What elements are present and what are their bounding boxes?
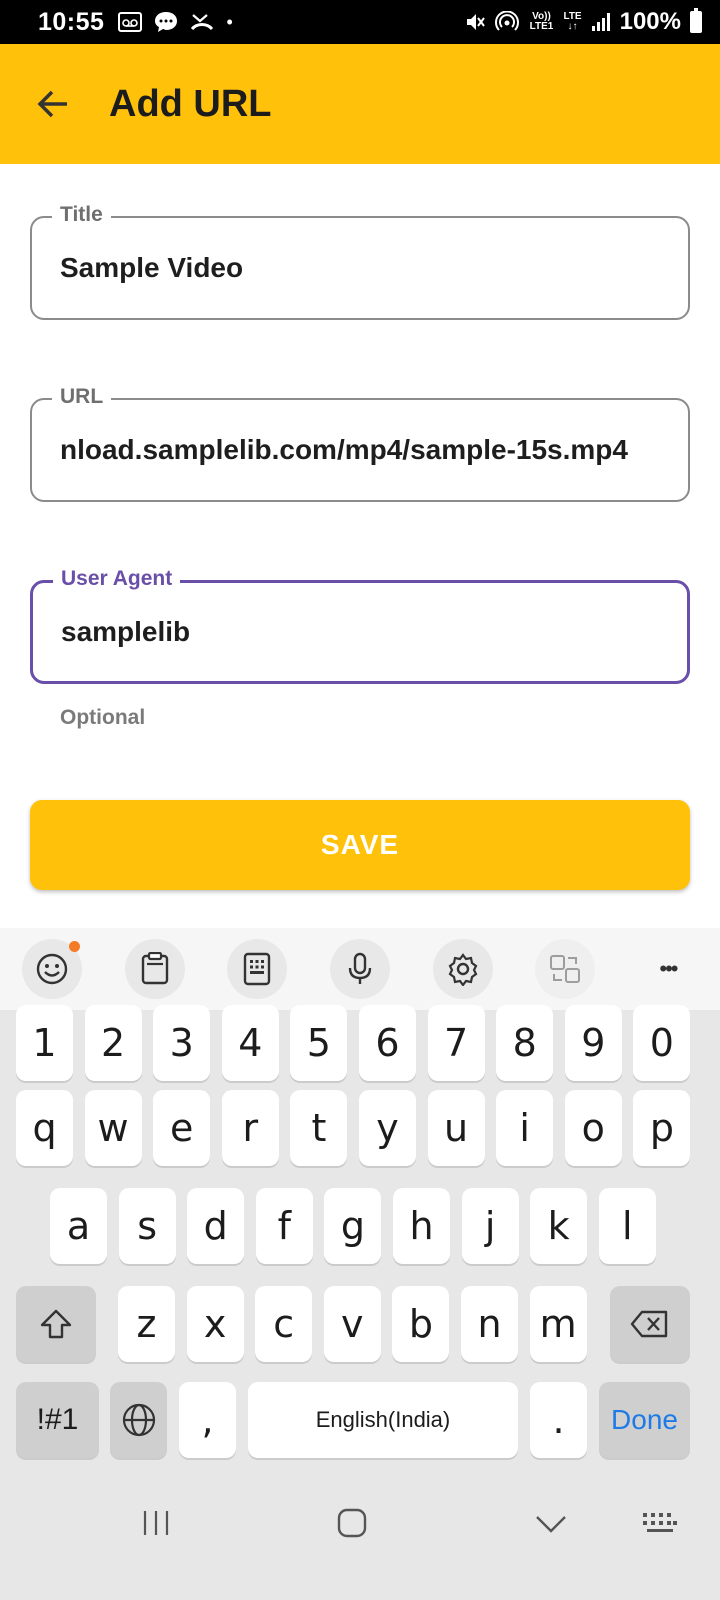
user-agent-field-value: samplelib [61, 616, 191, 647]
keyboard: 1234567890 qwertyuiop asdfghjkl zxcvbnm … [0, 1005, 720, 1600]
status-bar: 10:55 • Vo)) LTE1 LTE ↓↑ 100% [0, 0, 720, 44]
language-key[interactable] [110, 1382, 167, 1458]
battery-percent: 100% [619, 8, 681, 35]
key-5[interactable]: 5 [290, 1005, 348, 1081]
key-6[interactable]: 6 [359, 1005, 416, 1081]
title-field-label: Title [52, 203, 111, 227]
volte-indicator: Vo)) LTE1 [529, 11, 554, 32]
key-p[interactable]: p [633, 1090, 691, 1166]
signal-icon [591, 13, 610, 31]
translate-button[interactable] [535, 939, 596, 999]
key-z[interactable]: z [118, 1286, 175, 1362]
status-time: 10:55 [38, 7, 105, 36]
keyboard-switch-icon[interactable] [642, 1512, 678, 1536]
status-left-icons: • [118, 11, 233, 33]
key-n[interactable]: n [461, 1286, 518, 1362]
key-b[interactable]: b [392, 1286, 450, 1362]
key-t[interactable]: t [290, 1090, 348, 1166]
key-u[interactable]: u [427, 1090, 485, 1166]
backspace-icon [630, 1310, 668, 1338]
key-j[interactable]: j [461, 1188, 519, 1264]
hotspot-icon [495, 11, 520, 31]
missed-call-icon [191, 14, 214, 31]
clipboard-button[interactable] [124, 939, 185, 999]
key-4[interactable]: 4 [221, 1005, 279, 1081]
comma-key[interactable]: , [179, 1382, 236, 1458]
more-icon: ••• [659, 956, 678, 981]
url-field-value: nload.samplelib.com/mp4/sample-15s.mp4 [60, 434, 628, 465]
key-1[interactable]: 1 [16, 1005, 73, 1081]
key-q[interactable]: q [16, 1090, 73, 1166]
key-7[interactable]: 7 [427, 1005, 485, 1081]
arrow-left-icon [37, 90, 67, 118]
user-agent-helper-text: Optional [60, 706, 146, 729]
key-d[interactable]: d [187, 1188, 245, 1264]
title-field[interactable]: Title Sample Video [30, 203, 690, 320]
key-v[interactable]: v [323, 1286, 381, 1362]
notification-dot [69, 941, 80, 952]
globe-icon [122, 1403, 155, 1437]
app-bar: Add URL [0, 44, 720, 164]
done-key[interactable]: Done [599, 1382, 690, 1458]
back-button[interactable] [25, 76, 81, 132]
user-agent-field-label: User Agent [53, 567, 181, 591]
key-s[interactable]: s [118, 1188, 176, 1264]
notification-dot-icon: • [226, 12, 233, 32]
microphone-icon [348, 952, 372, 984]
page-title: Add URL [109, 82, 272, 125]
shift-icon [40, 1309, 72, 1339]
shift-key[interactable] [16, 1286, 96, 1362]
user-agent-field[interactable]: User Agent samplelib [30, 567, 690, 684]
voice-input-button[interactable] [329, 939, 390, 999]
symbols-key[interactable]: !#1 [16, 1382, 99, 1458]
lte-indicator: LTE ↓↑ [563, 11, 582, 32]
key-9[interactable]: 9 [564, 1005, 622, 1081]
key-o[interactable]: o [564, 1090, 622, 1166]
key-w[interactable]: w [84, 1090, 142, 1166]
keyboard-settings-button[interactable] [432, 939, 493, 999]
key-r[interactable]: r [221, 1090, 279, 1166]
key-l[interactable]: l [598, 1188, 656, 1264]
more-options-button[interactable]: ••• [638, 939, 698, 999]
backspace-key[interactable] [610, 1286, 690, 1362]
key-g[interactable]: g [324, 1188, 382, 1264]
save-button[interactable]: SAVE [30, 800, 690, 890]
keypad-icon [244, 952, 271, 986]
key-f[interactable]: f [255, 1188, 313, 1264]
space-key[interactable]: English(India) [248, 1382, 518, 1458]
settings-icon [448, 953, 478, 986]
key-3[interactable]: 3 [153, 1005, 211, 1081]
key-m[interactable]: m [529, 1286, 587, 1362]
keypad-button[interactable] [227, 939, 288, 999]
url-field-label: URL [52, 385, 112, 409]
url-field[interactable]: URL nload.samplelib.com/mp4/sample-15s.m… [30, 385, 690, 502]
translate-icon [550, 955, 581, 983]
key-x[interactable]: x [186, 1286, 244, 1362]
key-e[interactable]: e [153, 1090, 211, 1166]
clipboard-icon [141, 952, 168, 985]
hide-keyboard-icon[interactable] [535, 1514, 567, 1534]
key-k[interactable]: k [530, 1188, 588, 1264]
keyboard-toolbar: ••• [0, 928, 720, 1010]
home-icon[interactable] [337, 1508, 367, 1538]
key-i[interactable]: i [496, 1090, 554, 1166]
voicemail-icon [118, 12, 143, 32]
emoji-button[interactable] [22, 939, 82, 999]
status-right-icons: Vo)) LTE1 LTE ↓↑ 100% [464, 8, 702, 36]
period-key[interactable]: . [530, 1382, 587, 1458]
key-0[interactable]: 0 [633, 1005, 691, 1081]
key-c[interactable]: c [255, 1286, 313, 1362]
key-a[interactable]: a [50, 1188, 107, 1264]
key-2[interactable]: 2 [84, 1005, 142, 1081]
battery-icon [690, 8, 702, 33]
key-y[interactable]: y [359, 1090, 416, 1166]
message-icon [155, 12, 178, 32]
mute-icon [467, 14, 486, 30]
title-field-value: Sample Video [60, 252, 244, 283]
key-8[interactable]: 8 [496, 1005, 554, 1081]
key-h[interactable]: h [393, 1188, 450, 1264]
emoji-icon [36, 953, 68, 985]
recents-icon [143, 1511, 169, 1535]
